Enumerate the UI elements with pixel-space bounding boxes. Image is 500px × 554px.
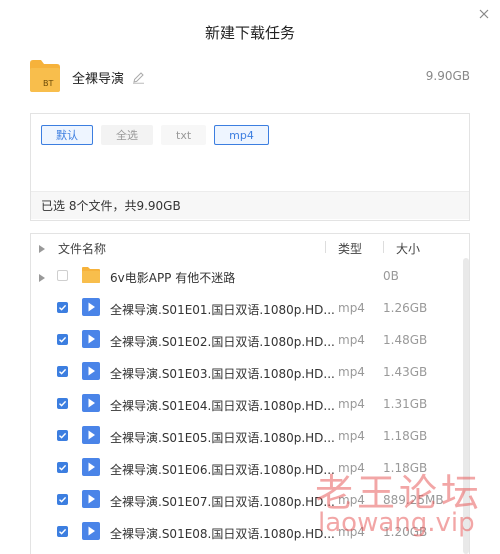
file-name: 全裸导演.S01E07.国日双语.1080p.HD... xyxy=(110,495,335,509)
checkbox[interactable] xyxy=(57,366,68,377)
torrent-size: 9.90GB xyxy=(425,69,470,83)
checkbox[interactable] xyxy=(57,302,68,313)
video-icon xyxy=(82,362,100,383)
filter-chip-mp4[interactable]: mp4 xyxy=(214,125,269,145)
dialog-title: 新建下载任务 xyxy=(204,24,295,42)
torrent-header: BT 全裸导演 9.90GB xyxy=(30,60,470,94)
checkbox[interactable] xyxy=(57,462,68,473)
file-type: mp4 xyxy=(338,365,365,379)
file-type: mp4 xyxy=(338,429,365,443)
video-icon xyxy=(82,490,100,511)
selection-summary: 已选 8个文件，共9.90GB xyxy=(31,191,469,219)
checkbox[interactable] xyxy=(57,526,68,537)
checkbox[interactable] xyxy=(57,398,68,409)
watermark-url: laowang.vip xyxy=(318,508,475,538)
file-name: 全裸导演.S01E05.国日双语.1080p.HD... xyxy=(110,431,335,445)
file-row[interactable]: 全裸导演.S01E01.国日双语.1080p.HD... mp4 1.26GB xyxy=(31,292,461,324)
video-icon xyxy=(82,458,100,479)
file-size: 1.48GB xyxy=(383,333,428,347)
edit-icon[interactable] xyxy=(132,69,145,88)
file-name: 全裸导演.S01E08.国日双语.1080p.HD... xyxy=(110,527,335,541)
file-row[interactable]: 全裸导演.S01E05.国日双语.1080p.HD... mp4 1.18GB xyxy=(31,420,461,452)
svg-text:BT: BT xyxy=(43,79,53,88)
filter-chip-select-all[interactable]: 全选 xyxy=(101,125,153,145)
column-header-type[interactable]: 类型 xyxy=(338,240,362,257)
folder-row[interactable]: 6v电影APP 有他不迷路 0B xyxy=(31,260,461,292)
expand-icon[interactable] xyxy=(39,271,45,285)
column-divider xyxy=(325,241,326,253)
file-name: 6v电影APP 有他不迷路 xyxy=(110,271,236,285)
file-name: 全裸导演.S01E02.国日双语.1080p.HD... xyxy=(110,335,335,349)
file-name: 全裸导演.S01E03.国日双语.1080p.HD... xyxy=(110,367,335,381)
checkbox[interactable] xyxy=(57,430,68,441)
file-type: mp4 xyxy=(338,397,365,411)
column-divider xyxy=(383,241,384,253)
file-size: 1.43GB xyxy=(383,365,428,379)
folder-icon xyxy=(82,266,100,287)
filter-chips: 默认 全选 txt mp4 xyxy=(41,125,277,145)
file-size: 1.26GB xyxy=(383,301,428,315)
checkbox[interactable] xyxy=(57,334,68,345)
checkbox[interactable] xyxy=(57,270,68,281)
torrent-name: 全裸导演 xyxy=(72,72,125,87)
filter-panel: 默认 全选 txt mp4 已选 8个文件，共9.90GB xyxy=(30,113,470,221)
video-icon xyxy=(82,394,100,415)
video-icon xyxy=(82,330,100,351)
video-icon xyxy=(82,298,100,319)
column-header-name[interactable]: 文件名称 xyxy=(58,240,106,257)
file-row[interactable]: 全裸导演.S01E03.国日双语.1080p.HD... mp4 1.43GB xyxy=(31,356,461,388)
file-name: 全裸导演.S01E01.国日双语.1080p.HD... xyxy=(110,303,335,317)
bt-folder-icon: BT xyxy=(30,60,60,96)
checkbox[interactable] xyxy=(57,494,68,505)
file-type: mp4 xyxy=(338,333,365,347)
close-icon[interactable] xyxy=(476,6,492,22)
file-row[interactable]: 全裸导演.S01E04.国日双语.1080p.HD... mp4 1.31GB xyxy=(31,388,461,420)
file-size: 0B xyxy=(383,269,399,283)
filter-chip-default[interactable]: 默认 xyxy=(41,125,93,145)
file-size: 1.18GB xyxy=(383,429,428,443)
file-name: 全裸导演.S01E06.国日双语.1080p.HD... xyxy=(110,463,335,477)
file-name: 全裸导演.S01E04.国日双语.1080p.HD... xyxy=(110,399,335,413)
video-icon xyxy=(82,426,100,447)
filter-chip-txt[interactable]: txt xyxy=(161,125,207,145)
expand-all-icon[interactable] xyxy=(39,242,45,256)
column-header-size[interactable]: 大小 xyxy=(396,240,420,257)
video-icon xyxy=(82,522,100,543)
file-type: mp4 xyxy=(338,301,365,315)
file-row[interactable]: 全裸导演.S01E02.国日双语.1080p.HD... mp4 1.48GB xyxy=(31,324,461,356)
file-list-header: 文件名称 类型 大小 xyxy=(31,234,469,260)
file-size: 1.31GB xyxy=(383,397,428,411)
